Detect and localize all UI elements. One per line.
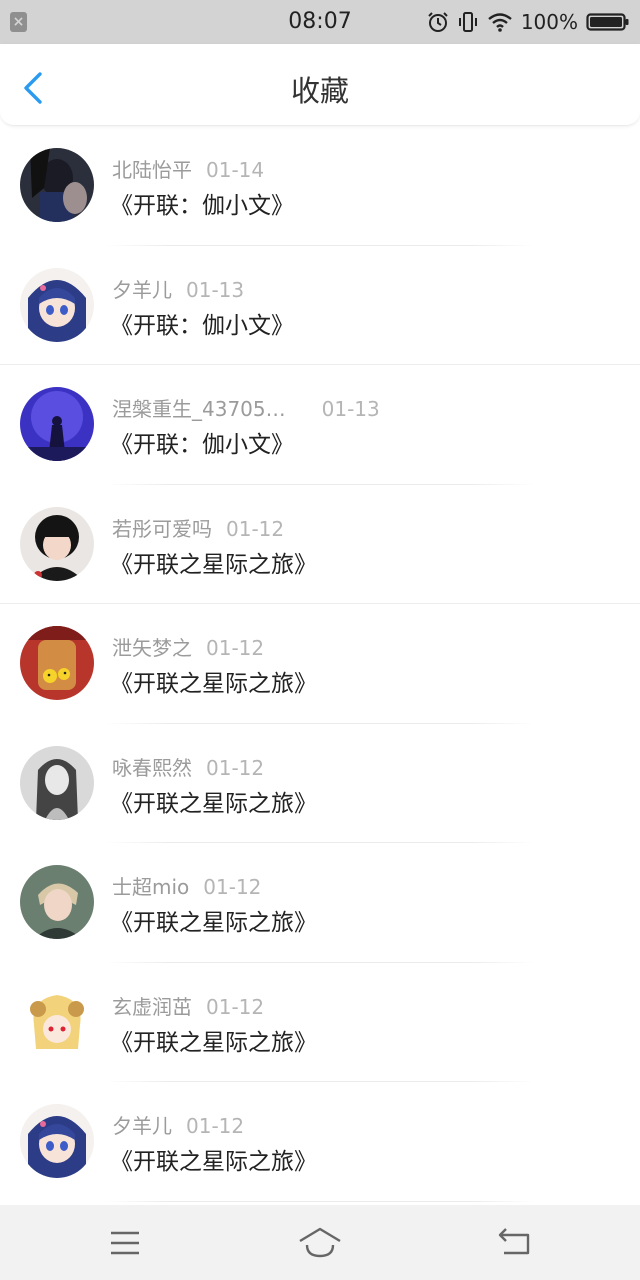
item-title: 《开联之星际之旅》 (110, 1029, 317, 1056)
avatar[interactable] (20, 267, 94, 342)
list-item[interactable]: 泄矢梦之 01-12 《开联之星际之旅》 (0, 604, 640, 724)
vibrate-icon (457, 11, 479, 33)
system-nav-bar (0, 1205, 640, 1280)
back-icon (498, 1228, 530, 1255)
item-date: 01-12 (206, 636, 265, 660)
author-name: 泄矢梦之 (112, 636, 192, 660)
avatar[interactable] (20, 387, 94, 461)
item-date: 01-12 (226, 516, 285, 541)
list-item[interactable]: 北陆怡平 01-14 《开联：伽小文》 (0, 126, 640, 246)
author-name: 夕羊儿 (112, 1114, 172, 1138)
avatar[interactable] (20, 865, 94, 939)
avatar[interactable] (20, 1104, 94, 1178)
item-date: 01-12 (203, 875, 262, 899)
item-title: 《开联之星际之旅》 (110, 551, 317, 578)
item-title: 《开联之星际之旅》 (110, 790, 317, 817)
author-name: 夕羊儿 (112, 277, 172, 302)
item-date: 01-12 (206, 755, 265, 780)
author-name: 涅槃重生_43705… (112, 397, 286, 421)
avatar[interactable] (20, 745, 94, 820)
item-title: 《开联：伽小文》 (110, 432, 294, 458)
author-name: 咏春熙然 (112, 755, 192, 780)
list-item[interactable]: 夕羊儿 01-13 《开联：伽小文》 (0, 246, 640, 366)
author-name: 若彤可爱吗 (112, 516, 212, 541)
status-icons: 100% (427, 0, 630, 44)
wifi-icon (487, 11, 513, 33)
battery-icon (586, 11, 630, 33)
item-date: 01-13 (186, 277, 245, 302)
menu-button[interactable] (103, 1225, 147, 1261)
page-title: 收藏 (290, 74, 349, 108)
status-bar: × 08:07 100% (0, 0, 640, 44)
author-name: 玄虚润茁 (112, 994, 192, 1019)
home-icon (299, 1227, 341, 1258)
list-item[interactable]: 咏春熙然 01-12 《开联之星际之旅》 (0, 724, 640, 844)
avatar[interactable] (20, 148, 94, 222)
item-date: 01-12 (186, 1114, 245, 1138)
home-button[interactable] (298, 1225, 342, 1261)
item-date: 01-14 (206, 158, 265, 182)
favorites-list: 北陆怡平 01-14 《开联：伽小文》 夕羊儿 01-13 《开联：伽小文》 涅槃重… (0, 126, 640, 1202)
author-name: 北陆怡平 (112, 158, 192, 182)
item-title: 《开联：伽小文》 (110, 312, 294, 339)
back-nav-button[interactable] (494, 1225, 538, 1261)
item-title: 《开联之星际之旅》 (110, 671, 317, 697)
item-title: 《开联之星际之旅》 (110, 910, 317, 936)
item-date: 01-13 (321, 397, 380, 421)
list-item[interactable]: 玄虚润茁 01-12 《开联之星际之旅》 (0, 963, 640, 1083)
author-name: 士超mio (112, 875, 190, 899)
avatar[interactable] (20, 626, 94, 700)
list-item[interactable]: 夕羊儿 01-12 《开联之星际之旅》 (0, 1082, 640, 1202)
battery-percent: 100% (520, 10, 578, 34)
list-item[interactable]: 士超mio 01-12 《开联之星际之旅》 (0, 843, 640, 963)
alarm-icon (427, 11, 449, 33)
list-item[interactable]: 若彤可爱吗 01-12 《开联之星际之旅》 (0, 485, 640, 605)
avatar[interactable] (20, 984, 94, 1059)
item-title: 《开联：伽小文》 (110, 193, 294, 219)
item-title: 《开联之星际之旅》 (110, 1149, 317, 1175)
list-item[interactable]: 涅槃重生_43705… 01-13 《开联：伽小文》 (0, 365, 640, 485)
nav-bar: 收藏 (0, 44, 640, 126)
avatar[interactable] (20, 506, 94, 581)
item-date: 01-12 (206, 994, 265, 1019)
menu-icon (111, 1231, 139, 1255)
